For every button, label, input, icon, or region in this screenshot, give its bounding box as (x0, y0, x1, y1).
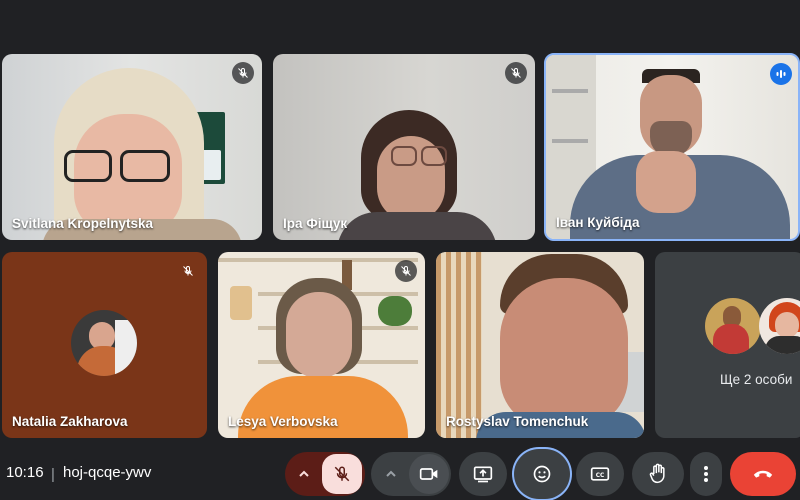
avatar (71, 310, 137, 376)
avatar (705, 298, 761, 354)
video-feed (436, 252, 644, 438)
participant-muted-icon (232, 62, 254, 84)
more-options-button[interactable] (690, 452, 722, 496)
chevron-up-icon (386, 470, 396, 477)
camera-icon (419, 468, 438, 480)
present-screen-icon (473, 466, 493, 483)
participant-name: Іра Фіщук (283, 216, 348, 231)
others-tile[interactable]: Ще 2 особи (655, 252, 800, 438)
avatar (759, 298, 800, 354)
participant-tile-lesya[interactable]: Lesya Verbovska (218, 252, 425, 438)
camera-control-group (371, 452, 451, 496)
end-call-button[interactable] (730, 452, 796, 496)
mic-control-group (285, 452, 365, 496)
speaking-indicator-icon (770, 63, 792, 85)
meeting-time: 10:16 (6, 464, 44, 481)
reactions-button[interactable] (514, 449, 570, 499)
participant-name: Svitlana Kropelnytska (12, 216, 154, 231)
audio-options-button[interactable] (285, 452, 323, 496)
participant-tile-ivan[interactable]: Іван Куйбіда (544, 53, 800, 241)
present-screen-button[interactable] (459, 452, 507, 496)
video-feed (546, 55, 798, 239)
chevron-up-icon (299, 470, 309, 477)
emoji-icon (533, 465, 551, 483)
more-options-icon (704, 466, 708, 482)
participant-muted-icon (395, 260, 417, 282)
others-count-label: Ще 2 особи (720, 372, 793, 387)
video-options-button[interactable] (371, 452, 411, 496)
camera-toggle-button[interactable] (409, 454, 449, 494)
mic-off-icon (334, 466, 350, 482)
participant-name: Lesya Verbovska (228, 414, 338, 429)
raise-hand-button[interactable] (632, 452, 684, 496)
participant-tile-rostyslav[interactable]: Rostyslav Tomenchuk (436, 252, 644, 438)
end-call-icon (753, 470, 773, 478)
video-feed (2, 54, 262, 240)
participant-tile-ira[interactable]: Іра Фіщук (273, 54, 535, 240)
meeting-divider: | (51, 466, 55, 483)
participant-tile-svitlana[interactable]: Svitlana Kropelnytska (2, 54, 262, 240)
raise-hand-icon (649, 463, 665, 484)
svg-text:CC: CC (596, 473, 605, 479)
participant-name: Rostyslav Tomenchuk (446, 414, 589, 429)
video-feed (273, 54, 535, 240)
participant-muted-icon (505, 62, 527, 84)
participant-name: Іван Куйбіда (556, 215, 640, 230)
meeting-code: hoj-qcqe-ywv (63, 464, 152, 481)
microphone-toggle-button[interactable] (322, 454, 362, 494)
participant-tile-natalia[interactable]: Natalia Zakharova (2, 252, 207, 438)
participant-name: Natalia Zakharova (12, 414, 128, 429)
captions-button[interactable]: CC (576, 452, 624, 496)
captions-icon: CC (590, 467, 610, 481)
video-feed (218, 252, 425, 438)
participant-muted-icon (177, 260, 199, 282)
